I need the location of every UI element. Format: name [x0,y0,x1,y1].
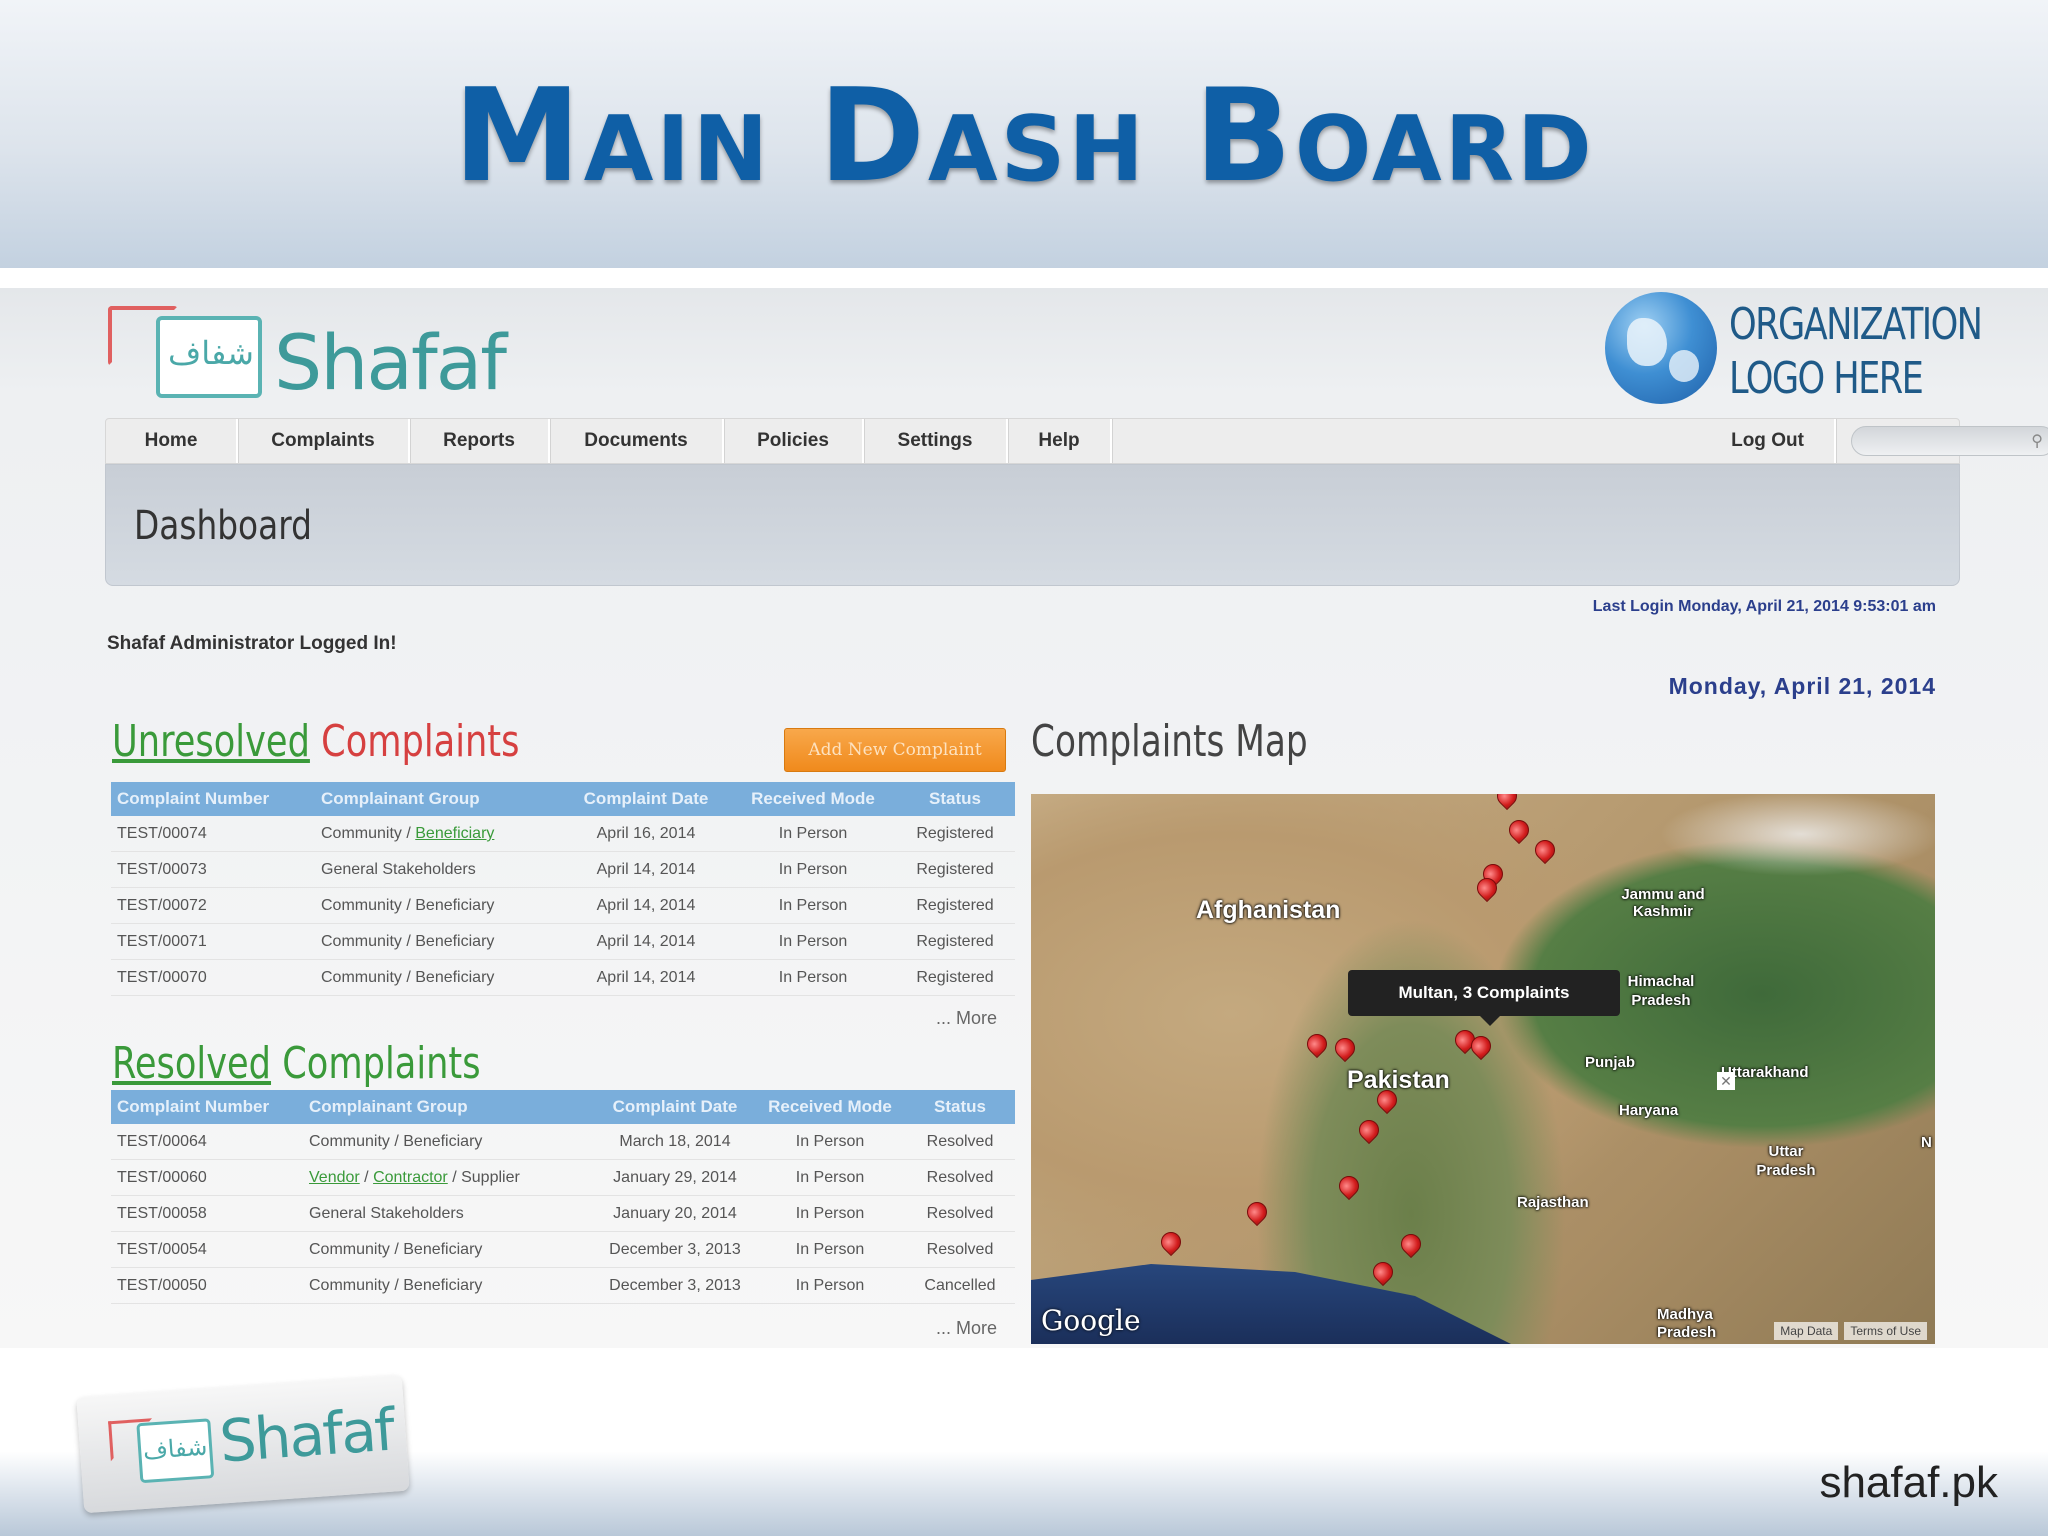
table-row[interactable]: TEST/00064 Community / Beneficiary March… [111,1124,1015,1160]
terms-of-use-link[interactable]: Terms of Use [1844,1322,1927,1340]
map-tooltip: Multan, 3 Complaints [1348,970,1620,1026]
resolved-more-link[interactable]: ... More [936,1318,997,1339]
page-header-bar: Dashboard [105,464,1960,586]
search-input[interactable]: ⚲ [1851,426,2048,456]
last-login-text: Last Login Monday, April 21, 2014 9:53:0… [1592,598,1936,615]
unresolved-more-link[interactable]: ... More [936,1008,997,1029]
main-nav: Home Complaints Reports Documents Polici… [105,418,2048,464]
beneficiary-link[interactable]: Beneficiary [415,825,494,842]
footer-logo-arabic: شفاف [142,1433,209,1465]
table-row[interactable]: TEST/00074 Community / Beneficiary April… [111,816,1015,852]
nav-home[interactable]: Home [106,419,238,463]
map-data-link[interactable]: Map Data [1774,1322,1839,1340]
footer-logo-name: Shafaf [217,1395,396,1476]
complaint-marker[interactable] [1492,794,1522,811]
slide-footer: شفاف Shafaf shafaf.pk [0,1348,2048,1536]
complaint-marker[interactable] [1396,1229,1426,1259]
nav-help[interactable]: Help [1008,419,1112,463]
logo-arabic-text: شفاف [168,335,254,371]
map-label-uttar-pradesh: Uttar Pradesh [1756,1143,1816,1179]
logo-name: Shafaf [274,318,507,407]
table-row[interactable]: TEST/00054 Community / Beneficiary Decem… [111,1232,1015,1268]
google-logo: Google [1041,1304,1141,1337]
organization-logo: ORGANIZATION LOGO HERE [1605,292,1983,404]
shafaf-logo[interactable]: شفاف Shafaf [108,294,507,407]
vendor-link[interactable]: Vendor [309,1169,360,1186]
unresolved-complaints-title: Unresolved Complaints [112,716,520,767]
slide-header: Main Dash Board [0,0,2048,268]
table-row[interactable]: TEST/00050 Community / Beneficiary Decem… [111,1268,1015,1304]
map-label-afghanistan: Afghanistan [1196,896,1341,924]
globe-icon [1605,292,1717,404]
map-label-rajasthan: Rajasthan [1517,1194,1589,1211]
complaint-marker[interactable] [1330,1033,1360,1063]
map-label-n: N [1921,1134,1932,1151]
table-row[interactable]: TEST/00071 Community / Beneficiary April… [111,924,1015,960]
table-row[interactable]: TEST/00073 General Stakeholders April 14… [111,852,1015,888]
logout-link[interactable]: Log Out [1701,419,1836,463]
nav-complaints[interactable]: Complaints [238,419,410,463]
resolved-complaints-title: Resolved Complaints [112,1038,481,1089]
search-icon[interactable]: ⚲ [2031,431,2043,451]
complaint-marker[interactable] [1368,1257,1398,1287]
page-title: Dashboard [134,503,312,549]
table-row[interactable]: TEST/00058 General Stakeholders January … [111,1196,1015,1232]
complaint-marker[interactable] [1156,1227,1186,1257]
map-label-pakistan: Pakistan [1347,1066,1450,1094]
table-header: Complaint Number Complainant Group Compl… [111,1090,1015,1124]
nav-settings[interactable]: Settings [864,419,1008,463]
add-new-complaint-button[interactable]: Add New Complaint [784,728,1006,772]
contractor-link[interactable]: Contractor [373,1169,448,1186]
map-label-madhya-pradesh: Madhya Pradesh [1657,1306,1717,1341]
complaints-map[interactable]: Afghanistan Pakistan Jammu and Kashmir H… [1031,794,1935,1344]
site-url: shafaf.pk [1819,1458,1998,1507]
close-icon[interactable]: ✕ [1717,1072,1735,1090]
footer-shafaf-logo: شفاف Shafaf [76,1374,410,1514]
complaint-marker[interactable] [1302,1029,1332,1059]
complaint-marker[interactable] [1334,1171,1364,1201]
map-footer: Map Data Terms of Use [1774,1322,1927,1340]
nav-reports[interactable]: Reports [410,419,550,463]
resolved-complaints-table: Complaint Number Complainant Group Compl… [111,1090,1015,1304]
organization-logo-text: ORGANIZATION LOGO HERE [1729,299,1983,404]
current-date: Monday, April 21, 2014 [1668,673,1936,699]
table-row[interactable]: TEST/00072 Community / Beneficiary April… [111,888,1015,924]
table-header: Complaint Number Complainant Group Compl… [111,782,1015,816]
app-window: شفاف Shafaf ORGANIZATION LOGO HERE Home … [0,288,2048,1348]
map-label-jammu-kashmir: Jammu and Kashmir [1621,886,1705,920]
map-label-himachal-pradesh: Himachal Pradesh [1627,973,1695,1009]
unresolved-complaints-table: Complaint Number Complainant Group Compl… [111,782,1015,996]
logged-in-text: Shafaf Administrator Logged In! [107,633,397,654]
complaint-marker[interactable] [1504,815,1534,845]
nav-documents[interactable]: Documents [550,419,724,463]
table-row[interactable]: TEST/00070 Community / Beneficiary April… [111,960,1015,996]
slide-title: Main Dash Board [453,62,1595,211]
complaints-map-title: Complaints Map [1031,716,1308,767]
nav-policies[interactable]: Policies [724,419,864,463]
map-label-haryana: Haryana [1619,1102,1679,1119]
map-label-punjab: Punjab [1585,1054,1636,1071]
complaint-marker[interactable] [1354,1115,1384,1145]
table-row[interactable]: TEST/00060 Vendor / Contractor / Supplie… [111,1160,1015,1196]
complaint-marker[interactable] [1242,1197,1272,1227]
